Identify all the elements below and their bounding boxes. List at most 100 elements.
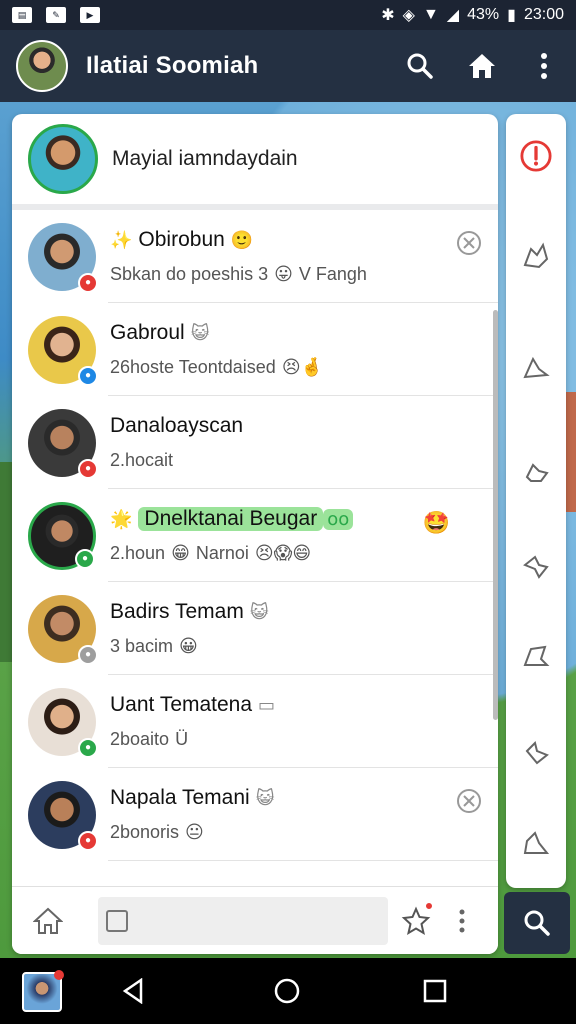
chat-card: Mayial iamndaydain ● ✨ Obirobun 🙂 Sbkan …	[12, 114, 498, 954]
pin-icon[interactable]	[520, 828, 552, 860]
pin-icon[interactable]	[520, 240, 552, 272]
name-suffix-emoji: ▭	[258, 694, 276, 716]
status-badge: ●	[78, 737, 98, 758]
chat-row[interactable]: ● Napala Temani 😺 2bonoris 😐	[12, 768, 498, 861]
reaction-emoji: 🤩	[422, 511, 450, 536]
contact-avatar: ●	[28, 780, 98, 851]
close-icon[interactable]	[456, 230, 482, 261]
status-badge: ●	[78, 458, 98, 479]
message-preview: 2.houn	[110, 543, 166, 563]
message-preview-suffix: V Fangh	[298, 264, 367, 284]
message-emoji: 😐	[185, 822, 204, 843]
bottom-bar	[12, 886, 498, 954]
contact-name: Danaloayscan	[110, 414, 244, 437]
divider	[108, 860, 498, 861]
message-preview: 26hoste Teontdaised	[110, 357, 276, 377]
chat-row[interactable]: ● Badirs Temam 😺 3 bacim 😀	[12, 582, 498, 675]
chat-row[interactable]: ● Danaloayscan 2.hocait	[12, 396, 498, 489]
bluetooth-icon: ✱	[381, 7, 395, 24]
chat-row[interactable]: ● 🌟 Dnelktanai Beugar oo 2.houn 😁 Narnoi…	[12, 489, 498, 582]
contact-name: Uant Tematena	[110, 693, 253, 716]
status-badge: ●	[78, 272, 98, 293]
notification-dot	[424, 900, 434, 911]
contact-avatar: ●	[28, 594, 98, 665]
attach-icon[interactable]	[106, 909, 128, 932]
notification-icon: ✎	[46, 7, 66, 23]
profile-header[interactable]: Mayial iamndaydain	[12, 114, 498, 210]
more-vert-icon[interactable]	[446, 905, 478, 937]
message-preview: 3 bacim	[110, 636, 174, 656]
contact-name: Gabroul	[110, 321, 185, 344]
contact-avatar: ●	[28, 501, 96, 570]
contact-name: Napala Temani	[110, 786, 250, 809]
location-icon: ◈	[402, 7, 415, 24]
message-preview-suffix: Ü	[175, 729, 189, 749]
recents-icon[interactable]	[420, 976, 450, 1006]
signal-icon: ◢	[446, 7, 460, 24]
pin-icon[interactable]	[520, 640, 552, 672]
notification-icon: ▶	[80, 7, 100, 23]
pin-icon[interactable]	[520, 352, 552, 384]
message-input[interactable]	[98, 896, 388, 945]
more-vert-icon[interactable]	[528, 50, 560, 82]
pin-icon[interactable]	[520, 456, 552, 488]
chat-row[interactable]: ● ✨ Obirobun 🙂 Sbkan do poeshis 3 😛 V Fa…	[12, 210, 498, 303]
app-title: Ilatiai Soomiah	[86, 52, 259, 79]
profile-name: Mayial iamndaydain	[112, 147, 298, 170]
message-preview: 2.hocait	[110, 450, 174, 470]
message-preview: Sbkan do poeshis 3	[110, 264, 269, 284]
chat-row[interactable]: ● Gabroul 😺 26hoste Teontdaised 😣🤞	[12, 303, 498, 396]
message-preview: 2boaito	[110, 729, 170, 749]
pin-icon[interactable]	[520, 736, 552, 768]
status-bar: ▤ ✎ ▶ ✱ ◈ ▼ ◢ 43% ▮ 23:00	[0, 0, 576, 30]
back-icon[interactable]	[118, 976, 148, 1006]
home-nav-icon[interactable]	[272, 976, 302, 1006]
name-suffix-emoji: 🙂	[230, 229, 254, 251]
recent-app-thumbnail[interactable]	[22, 970, 64, 1012]
contact-avatar: ●	[28, 687, 98, 758]
message-preview-suffix: Narnoi	[195, 543, 249, 563]
message-emoji: 😀	[179, 636, 198, 657]
close-icon[interactable]	[456, 788, 482, 819]
name-suffix-emoji: 😺	[255, 787, 275, 809]
search-icon[interactable]	[404, 50, 436, 82]
message-preview: 2bonoris	[110, 822, 180, 842]
app-bar: Ilatiai Soomiah	[0, 30, 576, 102]
star-icon[interactable]	[400, 900, 434, 937]
status-badge: ●	[78, 644, 98, 665]
home-icon[interactable]	[466, 50, 498, 82]
message-emoji: 😛	[274, 264, 293, 285]
name-prefix-emoji: 🌟	[110, 508, 133, 530]
contact-name: Dnelktanai Beugar	[138, 507, 324, 531]
clock: 23:00	[523, 6, 564, 23]
name-suffix-emoji: 😺	[249, 601, 269, 623]
system-nav-bar	[0, 958, 576, 1024]
battery-level: 43%	[467, 6, 500, 23]
message-emoji: 😁	[171, 543, 190, 564]
name-prefix-emoji: ✨	[110, 229, 133, 251]
notification-icon: ▤	[12, 7, 32, 23]
status-badge: ●	[75, 548, 95, 569]
status-badge: ●	[78, 365, 98, 386]
account-avatar[interactable]	[16, 40, 68, 92]
contact-avatar: ●	[28, 222, 98, 293]
message-emoji: 😣😱😄	[254, 543, 312, 564]
wifi-icon: ▼	[422, 6, 439, 23]
chat-list: ● ✨ Obirobun 🙂 Sbkan do poeshis 3 😛 V Fa…	[12, 210, 498, 882]
message-emoji: 😣🤞	[281, 357, 323, 378]
pin-icon[interactable]	[520, 550, 552, 582]
chat-row[interactable]: ● Uant Tematena ▭ 2boaito Ü	[12, 675, 498, 768]
name-suffix-emoji: oo	[323, 508, 354, 530]
side-rail	[506, 114, 566, 888]
scrollbar[interactable]	[493, 310, 498, 720]
name-suffix-emoji: 😺	[190, 322, 210, 344]
profile-avatar	[28, 124, 98, 194]
contact-avatar: ●	[28, 408, 98, 479]
alert-icon[interactable]	[520, 140, 552, 172]
search-icon[interactable]	[504, 892, 570, 954]
contact-name: Badirs Temam	[110, 600, 244, 623]
status-badge: ●	[78, 830, 98, 851]
home-icon[interactable]	[32, 905, 64, 937]
contact-name: Obirobun	[138, 228, 225, 251]
battery-icon: ▮	[507, 7, 516, 24]
